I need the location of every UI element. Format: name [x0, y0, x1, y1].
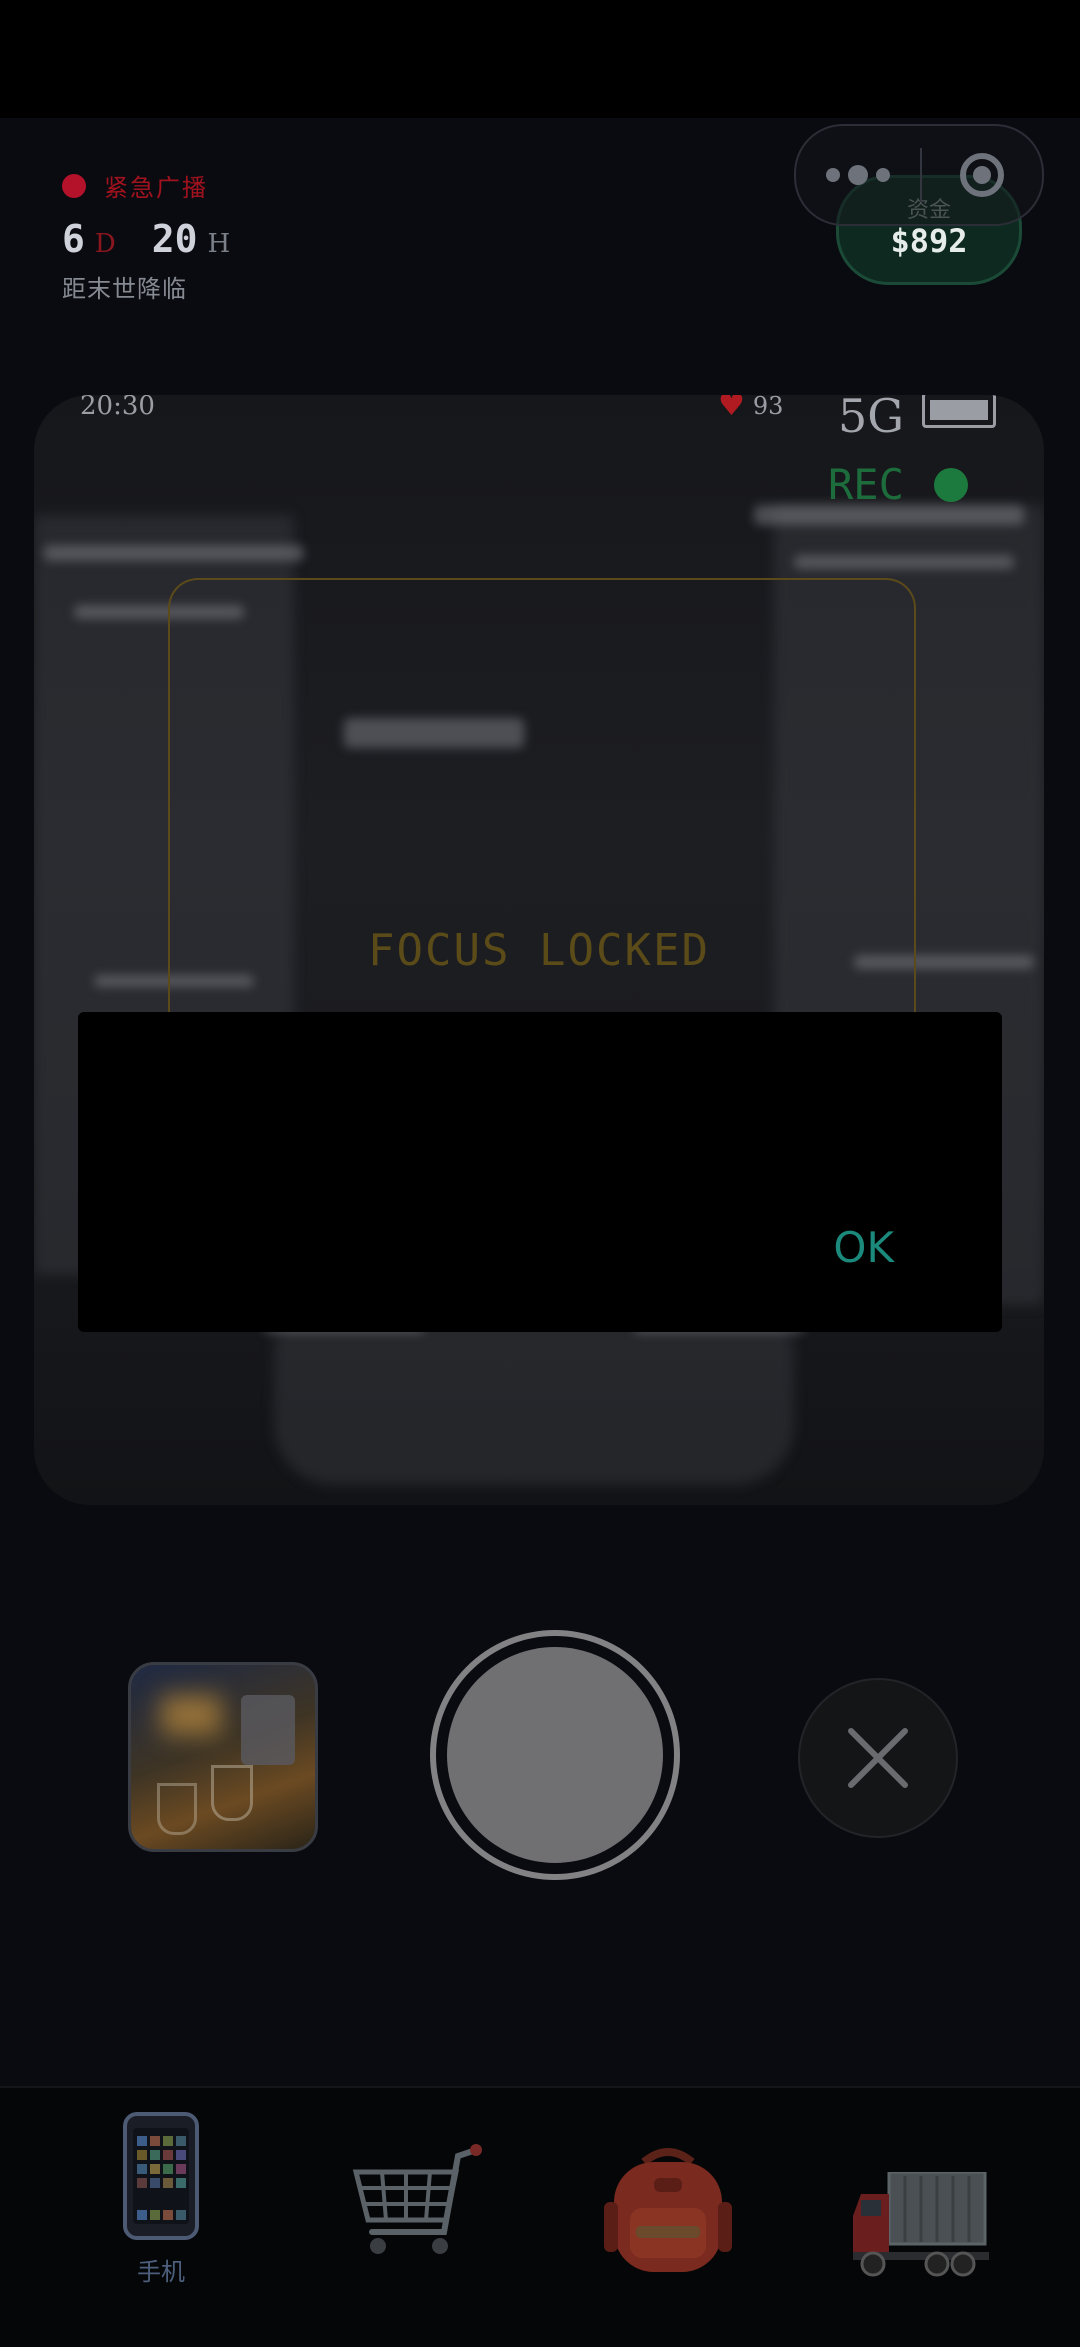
shopping-cart-icon — [352, 2144, 482, 2254]
countdown-day-unit: D — [94, 229, 116, 259]
countdown-hours: 20 — [151, 217, 198, 261]
nav-item-truck[interactable] — [852, 2088, 990, 2347]
truck-icon — [853, 2172, 989, 2277]
more-options-icon[interactable] — [796, 165, 920, 185]
emergency-broadcast: 紧急广播 6 D 20 H 距末世降临 — [62, 168, 256, 304]
alert-dot-icon — [62, 173, 86, 198]
shutter-button[interactable] — [430, 1630, 680, 1880]
heart-icon: ♥ — [718, 395, 745, 423]
countdown-caption: 距末世降临 — [62, 275, 187, 303]
countdown-hour-unit: H — [207, 229, 231, 259]
rec-label: REC — [828, 460, 904, 509]
broadcast-label: 紧急广播 — [104, 174, 208, 202]
nav-label-phone: 手机 — [137, 2258, 185, 2286]
close-camera-button[interactable] — [798, 1678, 958, 1838]
network-label: 5G — [838, 395, 905, 443]
backpack-icon — [604, 2148, 732, 2272]
miniprogram-capsule — [794, 124, 1044, 226]
battery-icon — [922, 395, 996, 428]
shutter-inner — [447, 1647, 663, 1863]
target-icon — [960, 153, 1004, 197]
alert-dialog: OK — [78, 1012, 1002, 1332]
health-value: 93 — [752, 395, 784, 420]
nav-item-phone[interactable]: 手机 — [98, 2088, 224, 2347]
phone-icon — [123, 2112, 199, 2240]
clock: 20:30 — [80, 395, 155, 421]
nav-item-backpack[interactable] — [602, 2088, 734, 2347]
camera-viewfinder[interactable]: 20:30 ♥ 93 5G REC FOCUS LOCKED — [34, 395, 1044, 1505]
ok-button[interactable]: OK — [833, 1223, 894, 1272]
focus-status: FOCUS LOCKED — [368, 925, 710, 976]
doomsday-countdown: 6 D 20 H — [62, 217, 256, 261]
close-icon — [848, 1728, 908, 1788]
rec-dot-icon — [933, 467, 968, 502]
close-miniprogram-button[interactable] — [922, 153, 1042, 197]
recording-indicator: REC — [828, 460, 968, 509]
countdown-days: 6 — [62, 217, 85, 261]
gallery-thumbnail[interactable] — [128, 1662, 318, 1852]
bottom-nav: 手机 — [0, 2086, 1080, 2347]
health-indicator: ♥ 93 — [718, 395, 783, 421]
funds-value: $892 — [890, 222, 968, 260]
nav-item-shop[interactable] — [346, 2088, 486, 2347]
phone-status-bar: 20:30 ♥ 93 5G — [34, 395, 1044, 455]
